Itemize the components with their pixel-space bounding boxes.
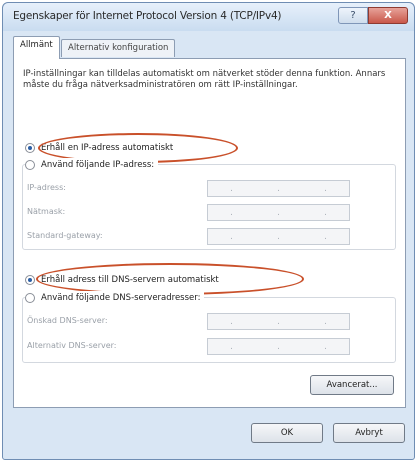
ip-auto-option[interactable]: Erhåll en IP-adress automatiskt: [25, 141, 173, 155]
ip-address-input[interactable]: ...: [207, 180, 350, 197]
dns-manual-radio[interactable]: [25, 293, 35, 303]
close-button[interactable]: X: [368, 7, 408, 24]
dns-auto-option[interactable]: Erhåll adress till DNS-servern automatis…: [25, 273, 219, 287]
ip-manual-label: Använd följande IP-adress:: [41, 160, 155, 170]
tab-general[interactable]: Allmänt: [13, 36, 60, 59]
alternate-dns-label: Alternativ DNS-server:: [27, 341, 117, 350]
dns-auto-radio[interactable]: [25, 275, 35, 285]
window-title: Egenskaper för Internet Protocol Version…: [13, 10, 282, 22]
subnet-mask-label: Nätmask:: [27, 207, 66, 216]
ip-manual-radio[interactable]: [25, 160, 35, 170]
alternate-dns-row: Alternativ DNS-server: ...: [27, 338, 387, 356]
description-text: IP-inställningar kan tilldelas automatis…: [23, 69, 386, 90]
properties-dialog: Egenskaper för Internet Protocol Version…: [2, 2, 415, 460]
dns-manual-label: Använd följande DNS-serveradresser:: [41, 293, 201, 303]
title-bar[interactable]: Egenskaper för Internet Protocol Version…: [3, 3, 414, 31]
subnet-mask-row: Nätmask: ...: [27, 204, 387, 222]
close-icon: X: [384, 10, 392, 21]
default-gateway-input[interactable]: ...: [207, 228, 350, 245]
subnet-mask-input[interactable]: ...: [207, 204, 350, 221]
dns-auto-label: Erhåll adress till DNS-servern automatis…: [41, 275, 219, 285]
default-gateway-row: Standard-gateway: ...: [27, 228, 387, 246]
ip-auto-radio[interactable]: [25, 143, 35, 153]
cancel-button[interactable]: Avbryt: [333, 423, 405, 443]
alternate-dns-input[interactable]: ...: [207, 338, 350, 355]
ok-button[interactable]: OK: [251, 423, 323, 443]
default-gateway-label: Standard-gateway:: [27, 231, 103, 240]
advanced-button[interactable]: Avancerat...: [310, 375, 394, 395]
ip-address-label: IP-adress:: [27, 183, 66, 192]
ip-manual-option[interactable]: Använd följande IP-adress:: [25, 158, 159, 172]
tab-alternative-configuration[interactable]: Alternativ konfiguration: [61, 39, 176, 57]
ip-address-row: IP-adress: ...: [27, 180, 387, 198]
dns-manual-option[interactable]: Använd följande DNS-serveradresser:: [25, 291, 205, 305]
preferred-dns-label: Önskad DNS-server:: [27, 316, 108, 325]
general-tab-panel: IP-inställningar kan tilldelas automatis…: [13, 58, 406, 408]
ip-auto-label: Erhåll en IP-adress automatiskt: [41, 143, 174, 153]
preferred-dns-row: Önskad DNS-server: ...: [27, 313, 387, 331]
help-button[interactable]: ?: [338, 7, 368, 24]
title-buttons: ? X: [338, 7, 408, 24]
preferred-dns-input[interactable]: ...: [207, 313, 350, 330]
